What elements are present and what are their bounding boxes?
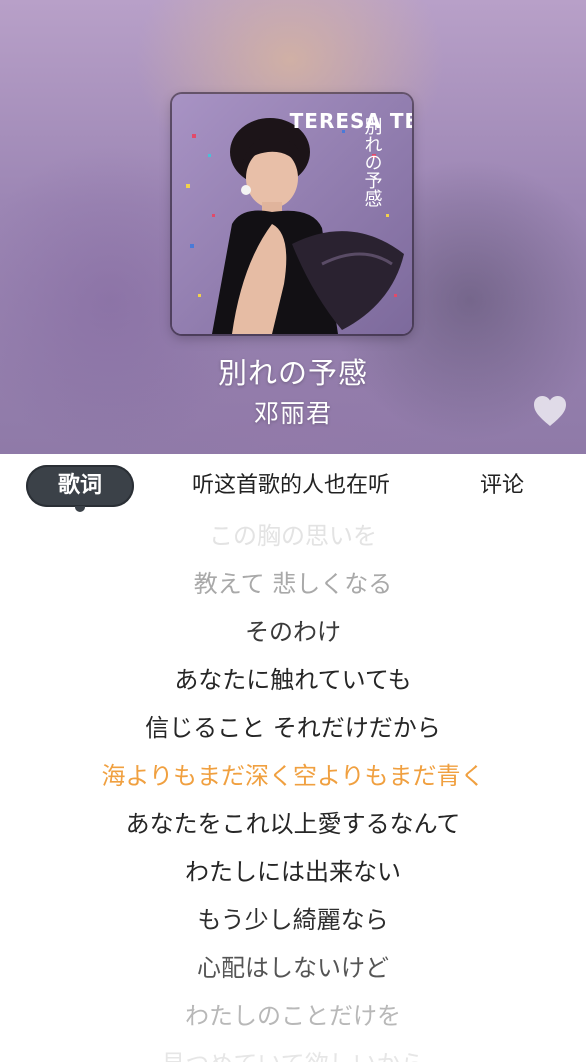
lyric-line[interactable]: わたしには出来ない	[0, 852, 586, 892]
lyric-line[interactable]: もう少し綺麗なら	[0, 900, 586, 940]
album-cover[interactable]: TERESA TENG 別れの予感	[172, 94, 412, 334]
lyric-line[interactable]: あなたをこれ以上愛するなんて	[0, 804, 586, 844]
album-cover-art: TERESA TENG 別れの予感	[172, 94, 412, 334]
cover-artist-text: TERESA TENG	[290, 109, 412, 133]
now-playing-header: TERESA TENG 別れの予感 別れの予感 邓丽君	[0, 0, 586, 454]
tab-comments[interactable]: 评论	[462, 465, 542, 507]
song-title: 別れの予感	[217, 356, 368, 390]
cover-title-text: 別れの予感	[362, 117, 383, 207]
lyric-line[interactable]: この胸の思いを	[0, 516, 586, 556]
lyric-line[interactable]: 心配はしないけど	[0, 948, 586, 988]
lyric-line[interactable]: 見つめていて欲しいから	[0, 1044, 586, 1062]
music-player-screen: TERESA TENG 別れの予感 別れの予感 邓丽君 歌词 听这首歌的人也在听…	[0, 0, 586, 1062]
tab-bar: 歌词 听这首歌的人也在听 评论	[0, 454, 586, 516]
lyric-line[interactable]: そのわけ	[0, 612, 586, 652]
artist-name[interactable]: 邓丽君	[0, 394, 586, 430]
lyric-line[interactable]: あなたに触れていても	[0, 660, 586, 700]
lyric-line[interactable]: わたしのことだけを	[0, 996, 586, 1036]
lyric-line-current[interactable]: 海よりもまだ深く空よりもまだ青く	[0, 756, 586, 796]
lyric-line[interactable]: 信じること それだけだから	[0, 708, 586, 748]
heart-icon	[534, 396, 566, 426]
lyrics-panel[interactable]: この胸の思いを 教えて 悲しくなる そのわけ あなたに触れていても 信じること …	[0, 516, 586, 1062]
tab-lyrics[interactable]: 歌词	[26, 465, 134, 512]
lyric-line[interactable]: 教えて 悲しくなる	[0, 564, 586, 604]
tab-also-listened[interactable]: 听这首歌的人也在听	[176, 465, 406, 507]
like-button[interactable]	[532, 394, 568, 428]
